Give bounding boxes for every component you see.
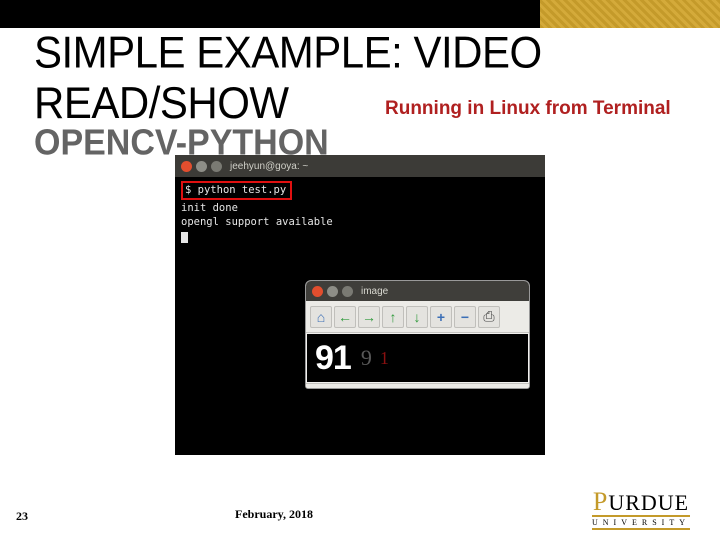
window-max-icon	[211, 161, 222, 172]
imgwin-min-icon	[327, 286, 338, 297]
imgwin-close-icon	[312, 286, 323, 297]
toolbar-up-icon[interactable]: ↑	[382, 306, 404, 328]
window-min-icon	[196, 161, 207, 172]
page-number: 23	[16, 509, 28, 524]
purdue-logo-sub: UNIVERSITY	[592, 515, 690, 530]
terminal-screenshot: jeehyun@goya: ~ $ python test.py init do…	[175, 155, 545, 455]
toolbar-save-icon[interactable]: ⎙	[478, 306, 500, 328]
display-number-small: 1	[380, 348, 389, 369]
terminal-titlebar-label: jeehyun@goya: ~	[230, 161, 308, 172]
purdue-logo-main: PURDUE	[592, 487, 690, 517]
toolbar-zoom-out-icon[interactable]: −	[454, 306, 476, 328]
window-close-icon	[181, 161, 192, 172]
toolbar-forward-icon[interactable]: →	[358, 306, 380, 328]
terminal-line-1: init done	[181, 202, 238, 214]
display-number-big: 91	[315, 339, 351, 378]
toolbar-back-icon[interactable]: ←	[334, 306, 356, 328]
terminal-line-2: opengl support available	[181, 216, 333, 228]
display-number-mid: 9	[361, 345, 372, 371]
running-note: Running in Linux from Terminal	[385, 98, 671, 120]
terminal-cmd: python test.py	[198, 184, 287, 196]
imgwin-max-icon	[342, 286, 353, 297]
top-black-gold-bar	[0, 0, 720, 28]
purdue-logo: PURDUE UNIVERSITY	[592, 487, 690, 530]
command-line-highlight: $ python test.py	[181, 181, 292, 200]
terminal-titlebar: jeehyun@goya: ~	[175, 155, 545, 177]
image-window-title: image	[361, 286, 388, 297]
terminal-body: $ python test.py init done opengl suppor…	[175, 177, 545, 251]
toolbar-zoom-in-icon[interactable]: +	[430, 306, 452, 328]
terminal-cursor	[181, 232, 188, 243]
image-window-titlebar: image	[306, 281, 529, 301]
image-window-toolbar: ⌂ ← → ↑ ↓ + − ⎙	[306, 301, 529, 333]
image-display-window: image ⌂ ← → ↑ ↓ + − ⎙ 91 9 1	[305, 280, 530, 389]
toolbar-home-icon[interactable]: ⌂	[310, 306, 332, 328]
toolbar-down-icon[interactable]: ↓	[406, 306, 428, 328]
image-window-footer	[306, 383, 529, 388]
image-content: 91 9 1	[307, 334, 528, 382]
footer-date: February, 2018	[235, 507, 313, 522]
terminal-prompt: $	[185, 184, 198, 196]
